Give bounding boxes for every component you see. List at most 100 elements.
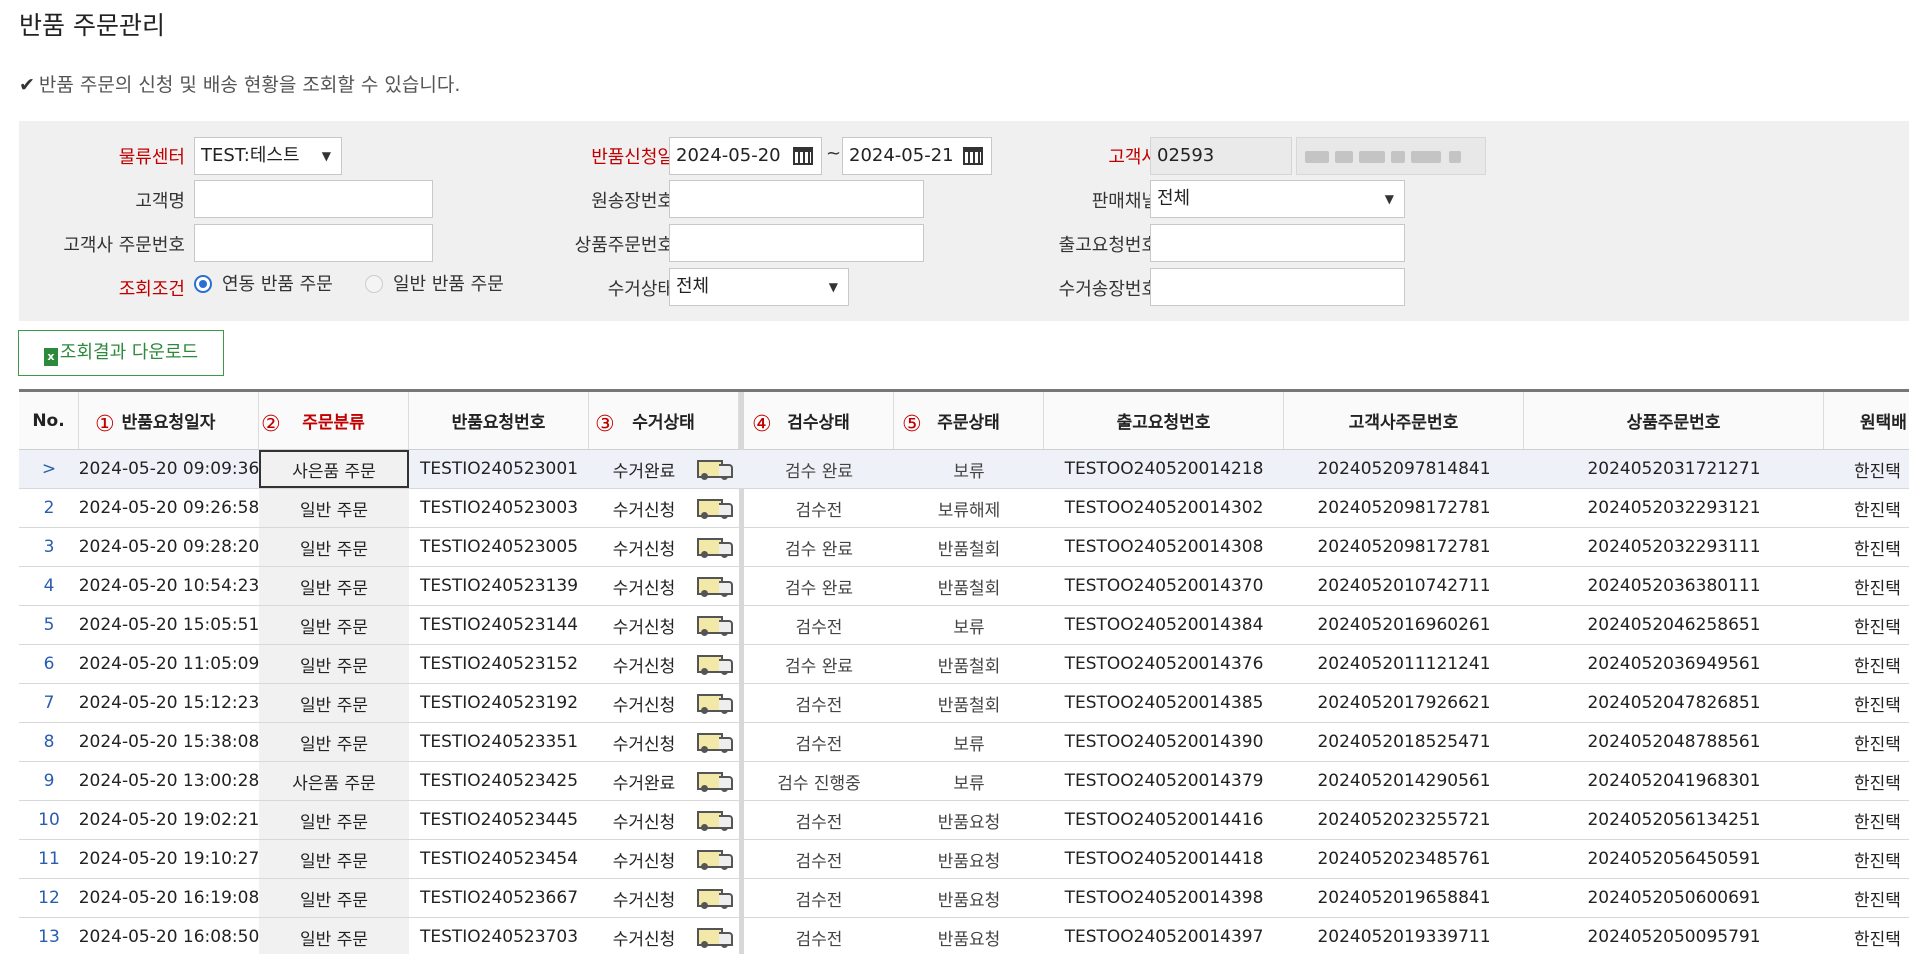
cell-inspect-status[interactable]: 검수전 — [744, 879, 894, 917]
cell-product-order-no[interactable]: 2024052056134251 — [1524, 801, 1824, 839]
table-row[interactable]: 13 2024-05-20 16:08:50 일반 주문 TESTIO24052370… — [19, 918, 1909, 954]
cell-release-no[interactable]: TESTOO240520014390 — [1044, 723, 1284, 761]
cell-customer-order-no[interactable]: 2024052014290561 — [1284, 762, 1524, 800]
cell-order-status[interactable]: 반품철회 — [894, 567, 1044, 605]
header-return-date[interactable]: ① 반품요청일자 — [79, 392, 259, 449]
cell-release-no[interactable]: TESTOO240520014397 — [1044, 918, 1284, 954]
truck-icon[interactable] — [697, 771, 733, 792]
cell-customer-order-no[interactable]: 2024052016960261 — [1284, 606, 1524, 644]
table-row[interactable]: >2024-05-20 09:09:36 사은품 주문 TESTIO24052300… — [19, 450, 1909, 489]
truck-icon-cell[interactable] — [691, 801, 739, 839]
cell-carrier[interactable]: 한진택 — [1824, 840, 1909, 878]
cell-customer-order-no[interactable]: 2024052023255721 — [1284, 801, 1524, 839]
cell-request-no[interactable]: TESTIO240523445 — [409, 801, 589, 839]
cell-order-status[interactable]: 보류 — [894, 450, 1044, 488]
cell-return-date[interactable]: 2024-05-20 09:28:20 — [79, 528, 259, 566]
cell-request-no[interactable]: TESTIO240523144 — [409, 606, 589, 644]
customer-name-input[interactable] — [194, 180, 433, 218]
row-number[interactable]: 8 — [19, 723, 79, 761]
truck-icon-cell[interactable] — [691, 840, 739, 878]
cell-pickup-status[interactable]: 수거신청 — [589, 567, 699, 605]
cell-inspect-status[interactable]: 검수 진행중 — [744, 762, 894, 800]
cell-order-type[interactable]: 일반 주문 — [259, 645, 409, 683]
row-number[interactable]: 3 — [19, 528, 79, 566]
cell-customer-order-no[interactable]: 2024052097814841 — [1284, 450, 1524, 488]
cell-carrier[interactable]: 한진택 — [1824, 528, 1909, 566]
table-row[interactable]: 3 2024-05-20 09:28:20 일반 주문 TESTIO240523005… — [19, 528, 1909, 567]
sales-channel-select[interactable]: 전체 — [1150, 180, 1405, 218]
truck-icon[interactable] — [697, 927, 733, 948]
cell-carrier[interactable]: 한진택 — [1824, 450, 1909, 488]
cell-order-type[interactable]: 일반 주문 — [259, 918, 409, 954]
cell-request-no[interactable]: TESTIO240523005 — [409, 528, 589, 566]
cell-product-order-no[interactable]: 2024052056450591 — [1524, 840, 1824, 878]
truck-icon[interactable] — [697, 849, 733, 870]
cell-order-status[interactable]: 보류 — [894, 762, 1044, 800]
truck-icon-cell[interactable] — [691, 918, 739, 954]
cell-carrier[interactable]: 한진택 — [1824, 684, 1909, 722]
truck-icon-cell[interactable] — [691, 762, 739, 800]
row-number[interactable]: 5 — [19, 606, 79, 644]
cell-order-status[interactable]: 반품요청 — [894, 801, 1044, 839]
cell-return-date[interactable]: 2024-05-20 15:38:08 — [79, 723, 259, 761]
truck-icon-cell[interactable] — [691, 567, 739, 605]
cell-carrier[interactable]: 한진택 — [1824, 606, 1909, 644]
cell-order-status[interactable]: 반품요청 — [894, 840, 1044, 878]
date-to-field[interactable]: 2024-05-21 — [842, 137, 992, 175]
table-row[interactable]: 7 2024-05-20 15:12:23 일반 주문 TESTIO240523192… — [19, 684, 1909, 723]
cell-pickup-status[interactable]: 수거신청 — [589, 606, 699, 644]
cell-request-no[interactable]: TESTIO240523003 — [409, 489, 589, 527]
truck-icon-cell[interactable] — [691, 606, 739, 644]
cell-request-no[interactable]: TESTIO240523667 — [409, 879, 589, 917]
cell-request-no[interactable]: TESTIO240523139 — [409, 567, 589, 605]
cell-customer-order-no[interactable]: 2024052019658841 — [1284, 879, 1524, 917]
table-row[interactable]: 5 2024-05-20 15:05:51 일반 주문 TESTIO240523144… — [19, 606, 1909, 645]
orig-invoice-input[interactable] — [669, 180, 924, 218]
cell-product-order-no[interactable]: 2024052041968301 — [1524, 762, 1824, 800]
table-row[interactable]: 2 2024-05-20 09:26:58 일반 주문 TESTIO240523003… — [19, 489, 1909, 528]
row-number[interactable]: 12 — [19, 879, 79, 917]
cell-release-no[interactable]: TESTOO240520014308 — [1044, 528, 1284, 566]
truck-icon[interactable] — [697, 459, 733, 480]
cell-order-type[interactable]: 일반 주문 — [259, 606, 409, 644]
cell-carrier[interactable]: 한진택 — [1824, 567, 1909, 605]
cell-inspect-status[interactable]: 검수 완료 — [744, 567, 894, 605]
cell-order-status[interactable]: 보류 — [894, 723, 1044, 761]
cell-inspect-status[interactable]: 검수전 — [744, 489, 894, 527]
header-inspect-status[interactable]: ④ 검수상태 — [744, 392, 894, 449]
header-pickup-status[interactable]: ③ 수거상태 — [589, 392, 739, 449]
row-number[interactable]: 2 — [19, 489, 79, 527]
cell-pickup-status[interactable]: 수거신청 — [589, 840, 699, 878]
cell-pickup-status[interactable]: 수거신청 — [589, 489, 699, 527]
truck-icon-cell[interactable] — [691, 528, 739, 566]
truck-icon[interactable] — [697, 576, 733, 597]
row-number[interactable]: 4 — [19, 567, 79, 605]
cell-product-order-no[interactable]: 2024052048788561 — [1524, 723, 1824, 761]
cell-carrier[interactable]: 한진택 — [1824, 918, 1909, 954]
cell-release-no[interactable]: TESTOO240520014218 — [1044, 450, 1284, 488]
cell-pickup-status[interactable]: 수거완료 — [589, 450, 699, 488]
truck-icon[interactable] — [697, 732, 733, 753]
cell-carrier[interactable]: 한진택 — [1824, 645, 1909, 683]
cell-product-order-no[interactable]: 2024052050600691 — [1524, 879, 1824, 917]
truck-icon[interactable] — [697, 498, 733, 519]
table-row[interactable]: 4 2024-05-20 10:54:23 일반 주문 TESTIO240523139… — [19, 567, 1909, 606]
cell-pickup-status[interactable]: 수거신청 — [589, 684, 699, 722]
table-row[interactable]: 10 2024-05-20 19:02:21 일반 주문 TESTIO24052344… — [19, 801, 1909, 840]
radio-normal-return[interactable]: 일반 반품 주문 — [365, 270, 504, 296]
row-number[interactable]: 10 — [19, 801, 79, 839]
truck-icon[interactable] — [697, 810, 733, 831]
row-number[interactable]: 13 — [19, 918, 79, 954]
cell-customer-order-no[interactable]: 2024052098172781 — [1284, 528, 1524, 566]
truck-icon[interactable] — [697, 537, 733, 558]
cell-order-status[interactable]: 반품요청 — [894, 879, 1044, 917]
truck-icon[interactable] — [697, 888, 733, 909]
row-number[interactable]: > — [19, 450, 79, 488]
table-row[interactable]: 9 2024-05-20 13:00:28 사은품 주문 TESTIO24052342… — [19, 762, 1909, 801]
cell-release-no[interactable]: TESTOO240520014302 — [1044, 489, 1284, 527]
cell-return-date[interactable]: 2024-05-20 11:05:09 — [79, 645, 259, 683]
cell-inspect-status[interactable]: 검수전 — [744, 684, 894, 722]
cell-product-order-no[interactable]: 2024052036949561 — [1524, 645, 1824, 683]
header-customer-order-no[interactable]: 고객사주문번호 — [1284, 392, 1524, 449]
cell-order-status[interactable]: 보류 — [894, 606, 1044, 644]
